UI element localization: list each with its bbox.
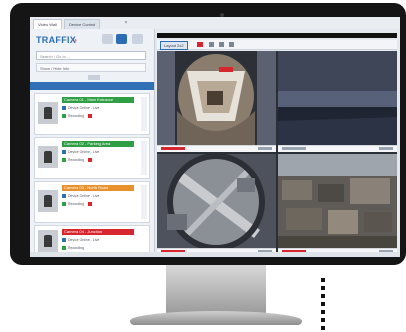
list-view-button[interactable]	[102, 34, 113, 44]
camera-feed-image	[157, 51, 276, 152]
app-logo: TRAFFIX	[36, 35, 77, 45]
dotted-line	[321, 278, 325, 332]
camera-icon	[38, 190, 58, 212]
alert-dot-icon	[87, 202, 92, 207]
monitor-stand-base	[130, 311, 302, 325]
layout-selector[interactable]: Layout 2x2	[160, 41, 188, 50]
screen: Video Wall Device Control × TRAFFIX ® Se…	[30, 17, 400, 257]
collapse-handle[interactable]	[88, 75, 100, 80]
item-title: Camera 02 - Parking Area	[62, 141, 134, 147]
camera-feed-1[interactable]	[157, 51, 276, 152]
grid-view-button[interactable]	[116, 34, 127, 44]
feed-caption	[157, 145, 276, 152]
viewer-header	[157, 33, 397, 38]
item-status-text: Device Online - Live	[68, 194, 100, 198]
viewer-toolbar: Layout 2x2	[157, 40, 397, 50]
status-dot-icon	[62, 194, 66, 199]
item-status: Device Online - Live	[62, 238, 99, 243]
alert-dot-icon	[87, 158, 92, 163]
list-item[interactable]: Camera 01 - Main Entrance Device Online …	[34, 93, 150, 135]
camera-feed-image	[278, 154, 397, 255]
status-dot-icon	[62, 106, 66, 111]
item-status-text: Device Online - Live	[68, 238, 100, 242]
item-title: Camera 04 - Junction	[62, 229, 134, 235]
camera-feed-4[interactable]	[278, 154, 397, 255]
item-scrollbar[interactable]	[141, 141, 147, 175]
camera-grid	[157, 51, 397, 255]
item-status-text: Device Online - Live	[68, 150, 100, 154]
feed-caption	[278, 145, 397, 152]
item-recording-text: Recording	[68, 114, 84, 118]
camera-icon	[38, 230, 58, 252]
monitor: Video Wall Device Control × TRAFFIX ® Se…	[10, 3, 406, 265]
camera-icon	[38, 102, 58, 124]
item-recording: Recording	[62, 158, 94, 163]
info-toggle[interactable]: Show / Hide Info	[36, 63, 146, 72]
status-dot-icon	[62, 150, 66, 155]
item-recording-text: Recording	[68, 158, 84, 162]
record-icon[interactable]	[197, 42, 203, 47]
record-dot-icon	[62, 202, 66, 207]
list-item[interactable]: Camera 02 - Parking Area Device Online -…	[34, 137, 150, 179]
record-dot-icon	[62, 246, 66, 251]
video-wall: Layout 2x2	[155, 29, 400, 257]
feed-time-bar	[379, 147, 393, 150]
item-status-text: Device Online - Live	[68, 106, 100, 110]
feed-time-bar	[258, 147, 272, 150]
status-bar	[30, 252, 400, 257]
grid-icon[interactable]	[209, 42, 214, 47]
fullscreen-icon[interactable]	[219, 42, 224, 47]
close-icon[interactable]: ×	[122, 20, 130, 26]
item-title: Camera 03 - North Road	[62, 185, 134, 191]
record-dot-icon	[62, 114, 66, 119]
record-dot-icon	[62, 158, 66, 163]
item-recording: Recording	[62, 114, 94, 119]
list-item[interactable]: Camera 03 - North Road Device Online - L…	[34, 181, 150, 223]
item-recording-text: Recording	[68, 246, 84, 250]
camera-icon	[38, 146, 58, 168]
search-input[interactable]: Search / Go to ...	[36, 51, 146, 60]
item-status: Device Online - Live	[62, 194, 99, 199]
sidebar: TRAFFIX ® Search / Go to ... Show / Hide…	[30, 29, 155, 257]
settings-button[interactable]	[132, 34, 143, 44]
item-recording: Recording	[62, 246, 84, 251]
item-scrollbar[interactable]	[141, 185, 147, 219]
item-title: Camera 01 - Main Entrance	[62, 97, 134, 103]
logo-mark: ®	[74, 38, 77, 43]
alert-dot-icon	[87, 114, 92, 119]
item-scrollbar[interactable]	[141, 97, 147, 131]
feed-label-bar	[161, 147, 185, 150]
snapshot-icon[interactable]	[229, 42, 234, 47]
item-recording: Recording	[62, 202, 94, 207]
item-status: Device Online - Live	[62, 106, 99, 111]
feed-label-bar	[282, 147, 306, 150]
camera-feed-image	[157, 154, 276, 255]
status-dot-icon	[62, 238, 66, 243]
camera-feed-3[interactable]	[157, 154, 276, 255]
camera-feed-image	[278, 51, 397, 152]
device-list-header	[30, 82, 154, 90]
camera-feed-2[interactable]	[278, 51, 397, 152]
monitor-stand-neck	[166, 265, 266, 313]
item-status: Device Online - Live	[62, 150, 99, 155]
item-recording-text: Recording	[68, 202, 84, 206]
